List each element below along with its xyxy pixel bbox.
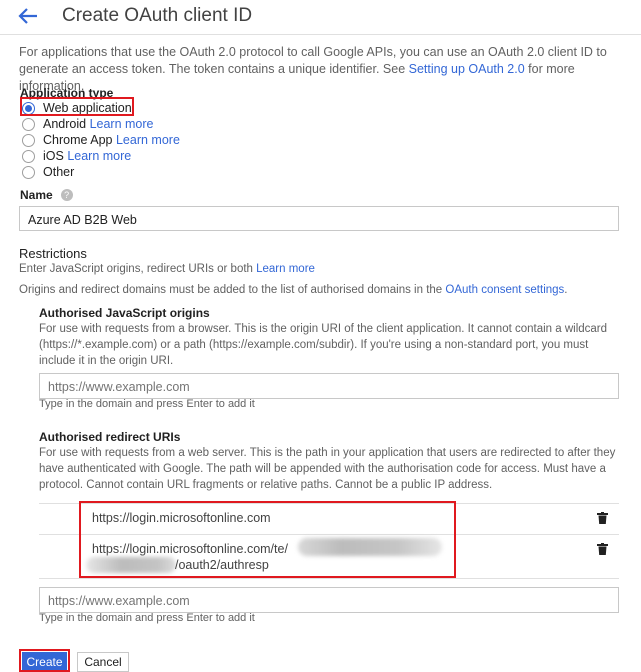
js-origins-hint: Type in the domain and press Enter to ad… [39,398,255,410]
help-icon[interactable]: ? [60,189,73,201]
radio-button[interactable] [22,133,35,147]
highlight-box-create [19,649,70,672]
page-header: Create OAuth client ID [0,0,641,35]
js-origins-title: Authorised JavaScript origins [39,306,210,320]
highlight-box-web-application [20,97,134,116]
restrictions-learn-more-link[interactable]: Learn more [256,263,315,275]
radio-other[interactable]: Other [22,164,74,180]
redirect-uri-hint: Type in the domain and press Enter to ad… [39,612,255,624]
name-label: Name ? [20,188,73,202]
cancel-button[interactable]: Cancel [77,652,129,672]
restrictions-title: Restrictions [19,246,87,261]
radio-ios[interactable]: iOS Learn more [22,148,131,164]
radio-button[interactable] [22,165,35,179]
ios-learn-more-link[interactable]: Learn more [67,149,131,163]
redirect-uris-title: Authorised redirect URIs [39,430,181,444]
name-input[interactable]: Azure AD B2B Web [19,206,619,231]
radio-android[interactable]: Android Learn more [22,116,154,132]
radio-button[interactable] [22,149,35,163]
arrow-left-icon[interactable] [16,5,40,27]
highlight-box-redirect-uris [79,501,456,578]
redirect-uri-input[interactable]: https://www.example.com [39,587,619,613]
restrictions-note: Origins and redirect domains must be add… [19,284,568,296]
radio-chrome-app[interactable]: Chrome App Learn more [22,132,180,148]
redirect-uris-description: For use with requests from a web server.… [39,447,616,491]
android-learn-more-link[interactable]: Learn more [90,117,154,131]
setting-up-oauth-link[interactable]: Setting up OAuth 2.0 [409,62,525,76]
restrictions-description: Enter JavaScript origins, redirect URIs … [19,263,315,275]
js-origins-description: For use with requests from a browser. Th… [39,323,608,367]
page-title: Create OAuth client ID [62,5,253,26]
radio-button[interactable] [22,117,35,131]
trash-icon[interactable] [597,512,608,524]
js-origins-input[interactable]: https://www.example.com [39,373,619,399]
chrome-app-learn-more-link[interactable]: Learn more [116,133,180,147]
oauth-consent-settings-link[interactable]: OAuth consent settings [445,284,564,296]
trash-icon[interactable] [597,543,608,555]
